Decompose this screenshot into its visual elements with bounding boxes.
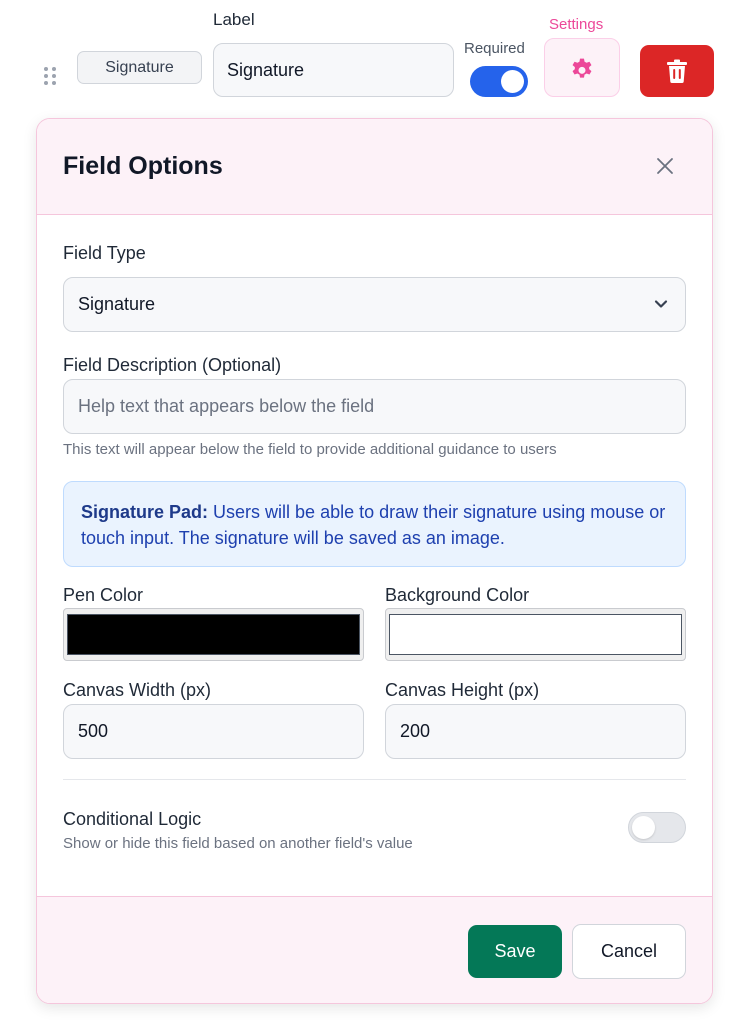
label-caption: Label — [213, 10, 255, 29]
field-type-label: Field Type — [63, 243, 146, 263]
pen-color-label: Pen Color — [63, 585, 144, 605]
conditional-logic-toggle[interactable] — [628, 812, 686, 843]
conditional-logic-description: Show or hide this field based on another… — [63, 835, 413, 852]
canvas-width-input[interactable] — [63, 704, 364, 759]
description-label: Field Description (Optional) — [63, 355, 282, 375]
background-color-label: Background Color — [385, 585, 530, 605]
panel-title: Field Options — [63, 152, 223, 180]
label-input[interactable] — [213, 43, 454, 97]
field-type-value: Signature — [78, 294, 156, 314]
delete-field-button[interactable] — [640, 45, 714, 97]
required-caption: Required — [464, 40, 525, 57]
background-color-swatch — [389, 614, 682, 655]
info-title: Signature Pad: — [81, 502, 209, 522]
required-toggle[interactable] — [470, 66, 528, 97]
close-icon[interactable] — [655, 156, 675, 176]
save-button[interactable]: Save — [468, 925, 562, 978]
panel-footer: Save Cancel — [37, 896, 712, 1003]
canvas-height-input[interactable] — [385, 704, 686, 759]
canvas-width-label: Canvas Width (px) — [63, 680, 212, 700]
settings-button[interactable] — [544, 38, 620, 97]
canvas-height-label: Canvas Height (px) — [385, 680, 540, 700]
gear-icon — [572, 58, 592, 78]
pen-color-picker[interactable] — [63, 608, 364, 661]
description-input[interactable] — [63, 379, 686, 434]
signature-info-box: Signature Pad: Users will be able to dra… — [63, 481, 686, 567]
description-help-text: This text will appear below the field to… — [63, 441, 557, 458]
chevron-down-icon — [654, 300, 668, 308]
trash-icon — [667, 59, 687, 83]
background-color-picker[interactable] — [385, 608, 686, 661]
drag-handle-icon[interactable] — [44, 67, 56, 85]
settings-caption: Settings — [549, 16, 604, 33]
cancel-button[interactable]: Cancel — [572, 924, 686, 979]
toggle-knob — [632, 816, 655, 839]
conditional-logic-title: Conditional Logic — [63, 809, 202, 829]
toggle-knob — [501, 70, 524, 93]
divider — [63, 779, 686, 780]
field-options-panel: Field Options Field Type Signature Field… — [36, 118, 713, 1004]
panel-header: Field Options — [37, 119, 712, 215]
field-type-badge: Signature — [77, 51, 202, 84]
field-type-select[interactable]: Signature — [63, 277, 686, 332]
pen-color-swatch — [67, 614, 360, 655]
